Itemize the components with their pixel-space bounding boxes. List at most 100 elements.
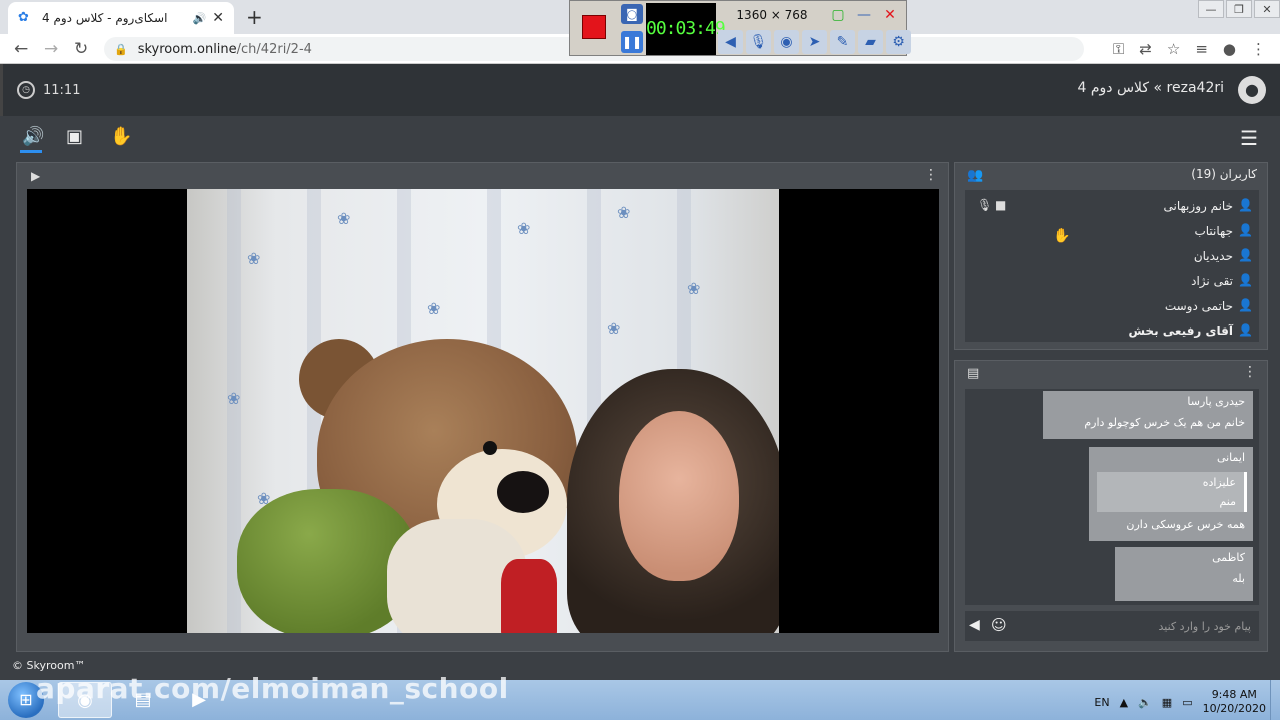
user-name: حاتمی دوست [1164, 299, 1233, 313]
back-arrow-icon[interactable]: ← [14, 39, 28, 59]
chat-message: کاظمی بله [1115, 547, 1253, 601]
settings-gear-icon[interactable]: ⚙ [886, 30, 911, 54]
users-panel: 👥 کاربران (19) 👤 خانم روزبهانی 🎙 ■ 👤 جها… [954, 162, 1268, 350]
recorder-minimize-icon[interactable]: — [853, 4, 875, 26]
user-name: حدیدیان [1193, 249, 1233, 263]
quoted-message: علیزاده منم [1097, 472, 1247, 512]
users-list: 👤 خانم روزبهانی 🎙 ■ 👤 جهانتاب 👤 حدیدیان … [965, 190, 1259, 342]
user-row[interactable]: 👤 جهانتاب [965, 219, 1259, 244]
user-row[interactable]: 👤 تقی نژاد [965, 269, 1259, 294]
system-tray: EN ▲ 🔈 ▦ ▭ 9:48 AM 10/20/2020 [1094, 688, 1266, 716]
video-stream[interactable]: ❀ ❀ ❀ ❀ ❀ ❀ ❀ ❀ ❀ [27, 189, 939, 633]
session-clock: ◷ 11:11 [17, 81, 80, 99]
chat-messages[interactable]: حیدری پارسا خانم من هم یک خرس کوچولو دار… [965, 389, 1259, 605]
curtain-flower: ❀ [227, 389, 241, 408]
emoji-icon[interactable]: ☺ [991, 616, 1007, 634]
taskbar-time: 9:48 AM [1211, 688, 1257, 701]
footer-copyright: © Skyroom™ [12, 659, 86, 672]
account-avatar-icon[interactable]: ● [1238, 76, 1266, 104]
volume-icon[interactable]: ◀ [718, 30, 743, 54]
window-controls: — ❐ ✕ [1196, 0, 1280, 18]
tab-close-icon[interactable]: ✕ [212, 10, 224, 26]
users-title: کاربران (19) [1191, 167, 1257, 181]
hand-cursor-icon: ✋ [1053, 228, 1071, 244]
skyroom-favicon-icon: ✿ [18, 10, 29, 25]
message-sender: ایمانی [1216, 451, 1245, 464]
curtain-flower: ❀ [517, 219, 531, 238]
curtain-flower: ❀ [617, 203, 631, 222]
raise-hand-icon[interactable]: ✋ [110, 126, 132, 147]
watermark: aparat.com/elmoiman_school [36, 672, 509, 705]
clock-time: 11:11 [43, 82, 81, 98]
forward-arrow-icon[interactable]: → [44, 39, 58, 59]
clock-icon: ◷ [17, 81, 35, 99]
hamburger-menu-icon[interactable]: ☰ [1240, 126, 1258, 150]
pen-icon[interactable]: ✎ [830, 30, 855, 54]
cursor-icon[interactable]: ➤ [802, 30, 827, 54]
video-camera-icon: ▶ [31, 169, 41, 183]
user-row[interactable]: 👤 حدیدیان [965, 244, 1259, 269]
media-player-icon[interactable]: ▣ [66, 126, 83, 147]
media-queue-icon[interactable]: ≡ [1195, 40, 1208, 58]
message-sender: کاظمی [1212, 551, 1245, 564]
teddy-bear-nose [497, 471, 549, 513]
active-tool-indicator [20, 150, 42, 153]
pause-button[interactable]: ❚❚ [621, 31, 643, 53]
region-icon[interactable]: ▢ [827, 4, 849, 26]
network-tray-icon[interactable]: ▦ [1162, 696, 1172, 709]
user-row[interactable]: 👤 خانم روزبهانی 🎙 ■ [965, 194, 1259, 219]
restore-icon[interactable]: ❐ [1226, 0, 1252, 18]
chat-options-icon[interactable]: ⋮ [1243, 364, 1257, 380]
folder-icon[interactable]: ▰ [858, 30, 883, 54]
user-icon: 👤 [1238, 273, 1253, 287]
minimize-icon[interactable]: — [1198, 0, 1224, 18]
language-indicator[interactable]: EN [1094, 696, 1109, 709]
chat-message: حیدری پارسا خانم من هم یک خرس کوچولو دار… [1043, 391, 1253, 439]
teacher-face [619, 411, 739, 581]
video-options-icon[interactable]: ⋮ [924, 167, 938, 183]
lock-icon: 🔒 [114, 42, 128, 56]
screen-recorder-toolbar: ◙ ❚❚ 00:03:49 1360 × 768 ▢ — ✕ ◀ 🎙 ◉ ➤ ✎… [569, 0, 911, 56]
tab-title: اسکای‌روم - کلاس دوم 4 [42, 11, 168, 25]
user-icon: 👤 [1238, 248, 1253, 262]
user-icon: 👤 [1238, 198, 1253, 212]
show-desktop-button[interactable] [1270, 680, 1280, 720]
translate-icon[interactable]: ⇄ [1139, 40, 1152, 58]
user-name: آقای رفیعی بخش [1128, 324, 1233, 338]
star-icon[interactable]: ☆ [1167, 40, 1180, 58]
send-icon[interactable]: ◀ [969, 617, 980, 633]
webcam-frame: ❀ ❀ ❀ ❀ ❀ ❀ ❀ ❀ ❀ [187, 189, 779, 633]
tab-audio-icon[interactable]: 🔊 [193, 12, 207, 25]
reload-icon[interactable]: ↻ [74, 39, 88, 59]
video-panel: ▶ ⋮ ❀ ❀ ❀ ❀ ❀ ❀ ❀ ❀ ❀ [16, 162, 949, 652]
user-row[interactable]: 👤 حاتمی دوست [965, 294, 1259, 319]
microphone-icon[interactable]: 🎙 [746, 30, 771, 54]
new-tab-button[interactable]: + [246, 5, 263, 29]
browser-action-icons: ⚿ ⇄ ☆ ≡ ● ⋮ [1113, 40, 1266, 58]
user-name: تقی نژاد [1191, 274, 1233, 288]
user-icon: 👤 [1238, 323, 1253, 337]
message-text: خانم من هم یک خرس کوچولو دارم [1084, 416, 1245, 429]
close-window-icon[interactable]: ✕ [1254, 0, 1280, 18]
record-stop-button[interactable] [582, 15, 606, 39]
action-center-icon[interactable]: ▭ [1182, 696, 1192, 709]
room-toolbar: 🔊 ▣ ✋ ☰ [0, 116, 1280, 158]
speaker-tray-icon[interactable]: 🔈 [1138, 696, 1152, 709]
teddy-bear-eye [483, 441, 497, 455]
camera-icon[interactable]: ◙ [621, 4, 643, 24]
message-text: بله [1232, 572, 1245, 585]
webcam-icon[interactable]: ◉ [774, 30, 799, 54]
chat-input[interactable] [1019, 611, 1259, 641]
speaker-icon[interactable]: 🔊 [22, 126, 44, 147]
message-text: همه خرس عروسکی دارن [1126, 518, 1245, 531]
key-icon[interactable]: ⚿ [1113, 40, 1124, 58]
tray-arrow-icon[interactable]: ▲ [1120, 696, 1128, 709]
microphone-icon: 🎙 [977, 198, 993, 212]
curtain-flower: ❀ [427, 299, 441, 318]
browser-tab[interactable]: ✿ اسکای‌روم - کلاس دوم 4 🔊 ✕ [8, 2, 234, 34]
profile-icon[interactable]: ● [1223, 40, 1236, 58]
user-row[interactable]: 👤 آقای رفیعی بخش [965, 319, 1259, 344]
taskbar-clock[interactable]: 9:48 AM 10/20/2020 [1203, 688, 1266, 716]
browser-menu-icon[interactable]: ⋮ [1251, 40, 1266, 58]
recorder-close-icon[interactable]: ✕ [879, 4, 901, 26]
